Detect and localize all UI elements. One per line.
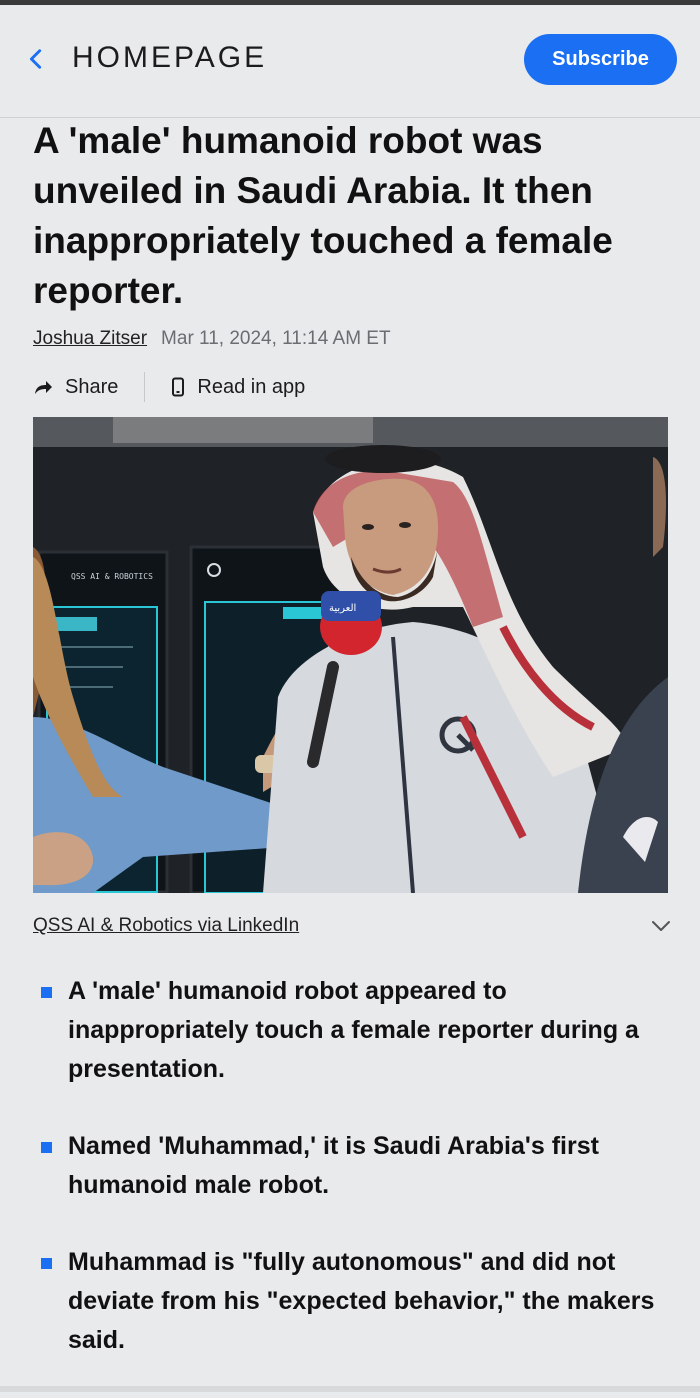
phone-icon (172, 377, 185, 397)
chevron-down-icon (652, 921, 670, 931)
article-photo[interactable]: QSS AI & ROBOTICS العربية (33, 417, 668, 893)
key-point: Muhammad is "fully autonomous" and did n… (33, 1243, 673, 1360)
back-button[interactable] (22, 45, 50, 73)
key-point: A 'male' humanoid robot appeared to inap… (33, 972, 673, 1089)
bottom-edge (0, 1386, 700, 1392)
share-label: Share (65, 375, 119, 398)
chevron-left-icon (29, 49, 42, 69)
actions-divider (144, 372, 146, 402)
top-nav-bar: HOMEPAGE Subscribe (0, 5, 700, 118)
share-button[interactable]: Share (33, 376, 118, 399)
monitor-text: QSS AI & ROBOTICS (71, 572, 153, 581)
expand-caption-button[interactable] (649, 914, 673, 938)
robot-reporter-photo: QSS AI & ROBOTICS العربية (33, 417, 668, 893)
article-actions: Share Read in app (33, 370, 305, 404)
image-credit-row: QSS AI & Robotics via LinkedIn (33, 912, 673, 940)
read-in-app-button[interactable]: Read in app (171, 376, 305, 399)
key-points-list: A 'male' humanoid robot appeared to inap… (33, 972, 673, 1398)
bullet-square-icon (41, 987, 52, 998)
byline: Joshua Zitser Mar 11, 2024, 11:14 AM ET (33, 326, 673, 352)
image-credit-link[interactable]: QSS AI & Robotics via LinkedIn (33, 915, 299, 937)
share-arrow-icon (35, 381, 52, 394)
bullet-square-icon (41, 1258, 52, 1269)
key-point-text: Named 'Muhammad,' it is Saudi Arabia's f… (68, 1132, 599, 1199)
key-point-text: Muhammad is "fully autonomous" and did n… (68, 1248, 655, 1354)
read-in-app-label: Read in app (197, 375, 306, 398)
mic-flag-text: العربية (329, 603, 356, 614)
article-headline: A 'male' humanoid robot was unveiled in … (33, 120, 613, 311)
author-link[interactable]: Joshua Zitser (33, 328, 147, 350)
key-point-text: A 'male' humanoid robot appeared to inap… (68, 977, 639, 1083)
homepage-link[interactable]: HOMEPAGE (72, 41, 267, 75)
bullet-square-icon (41, 1142, 52, 1153)
key-point: Named 'Muhammad,' it is Saudi Arabia's f… (33, 1127, 673, 1205)
publish-timestamp: Mar 11, 2024, 11:14 AM ET (161, 328, 391, 349)
subscribe-button[interactable]: Subscribe (524, 34, 677, 85)
